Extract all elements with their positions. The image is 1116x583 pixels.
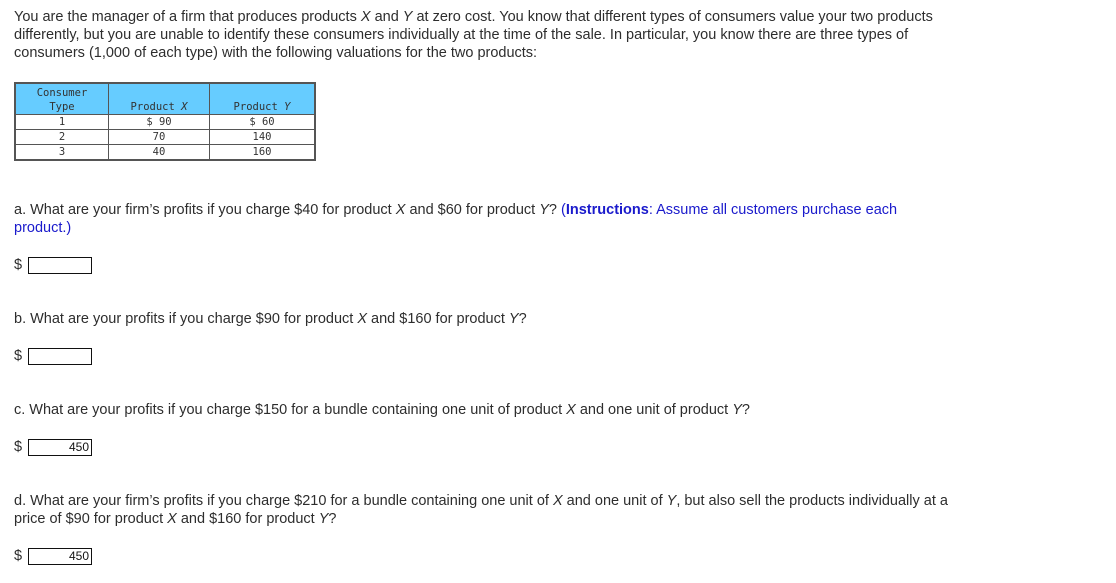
question-b: b. What are your profits if you charge $… (14, 310, 954, 328)
question-text: and $60 for product (405, 202, 540, 218)
table-row: 1 $ 90 $ 60 (14, 114, 316, 130)
var-x: X (167, 511, 177, 527)
cell-product-x: $ 90 (108, 114, 210, 130)
currency-symbol: $ (14, 348, 23, 364)
question-text: a. What are your firm’s profits if you c… (14, 202, 396, 218)
table-row: 2 70 140 (14, 129, 316, 145)
var-x: X (181, 101, 188, 113)
table-header-row: Consumer Type Product X Product Y (14, 82, 316, 115)
cell-product-y: 140 (209, 129, 316, 145)
question-text: ? (518, 311, 527, 327)
question-text: and one unit of product (575, 402, 733, 418)
currency-symbol: $ (14, 439, 23, 455)
answer-c-input[interactable]: 450 (28, 438, 92, 456)
question-text: c. What are your profits if you charge $… (14, 402, 567, 418)
var-x: X (357, 311, 368, 327)
cell-product-x: 40 (108, 144, 210, 161)
currency-symbol: $ (14, 257, 23, 273)
header-text: Consumer (36, 87, 88, 99)
header-text: Product (233, 101, 285, 113)
answer-c: $ 450 (14, 438, 92, 456)
var-y: Y (732, 402, 742, 418)
question-text: ? (328, 511, 337, 527)
answer-d-input[interactable]: 450 (28, 547, 92, 565)
cell-product-y: $ 60 (209, 114, 316, 130)
table-row: 3 40 160 (14, 144, 316, 161)
question-c: c. What are your profits if you charge $… (14, 401, 954, 419)
var-y: Y (284, 101, 291, 113)
var-y: Y (539, 202, 549, 218)
answer-b-input[interactable] (28, 347, 92, 365)
question-a: a. What are your firm’s profits if you c… (14, 201, 954, 237)
cell-product-y: 160 (209, 144, 316, 161)
instr-open: ( (557, 202, 566, 218)
instr-label: Instructions (565, 202, 649, 218)
cell-type: 1 (14, 114, 109, 130)
var-y: Y (318, 511, 329, 527)
intro-text: and (370, 9, 403, 25)
cell-type: 2 (14, 129, 109, 145)
answer-b: $ (14, 347, 92, 365)
question-text: and $160 for product (367, 311, 509, 327)
var-y: Y (508, 311, 519, 327)
question-text: d. What are your firm’s profits if you c… (14, 493, 553, 509)
header-product-x: Product X (108, 82, 210, 115)
currency-symbol: $ (14, 548, 23, 564)
cell-product-x: 70 (108, 129, 210, 145)
header-text: Product (130, 101, 182, 113)
var-x: X (360, 9, 371, 25)
cell-type: 3 (14, 144, 109, 161)
answer-d: $ 450 (14, 547, 92, 565)
question-text: ? (741, 402, 750, 418)
var-x: X (552, 493, 563, 509)
var-y: Y (666, 493, 677, 509)
problem-intro: You are the manager of a firm that produ… (14, 8, 964, 62)
header-consumer-type: Consumer Type (14, 82, 109, 115)
answer-a: $ (14, 256, 92, 274)
question-text: and one unit of (562, 493, 667, 509)
var-x: X (566, 402, 576, 418)
intro-text: You are the manager of a firm that produ… (14, 9, 361, 25)
var-x: X (395, 202, 406, 218)
question-text: b. What are your profits if you charge $… (14, 311, 358, 327)
question-text: and $160 for product (176, 511, 319, 527)
valuations-table: Consumer Type Product X Product Y 1 $ 90 … (14, 82, 316, 161)
header-text: Type (49, 101, 75, 113)
question-text: ? (548, 202, 557, 218)
question-d: d. What are your firm’s profits if you c… (14, 492, 954, 528)
answer-a-input[interactable] (28, 256, 92, 274)
header-product-y: Product Y (209, 82, 316, 115)
